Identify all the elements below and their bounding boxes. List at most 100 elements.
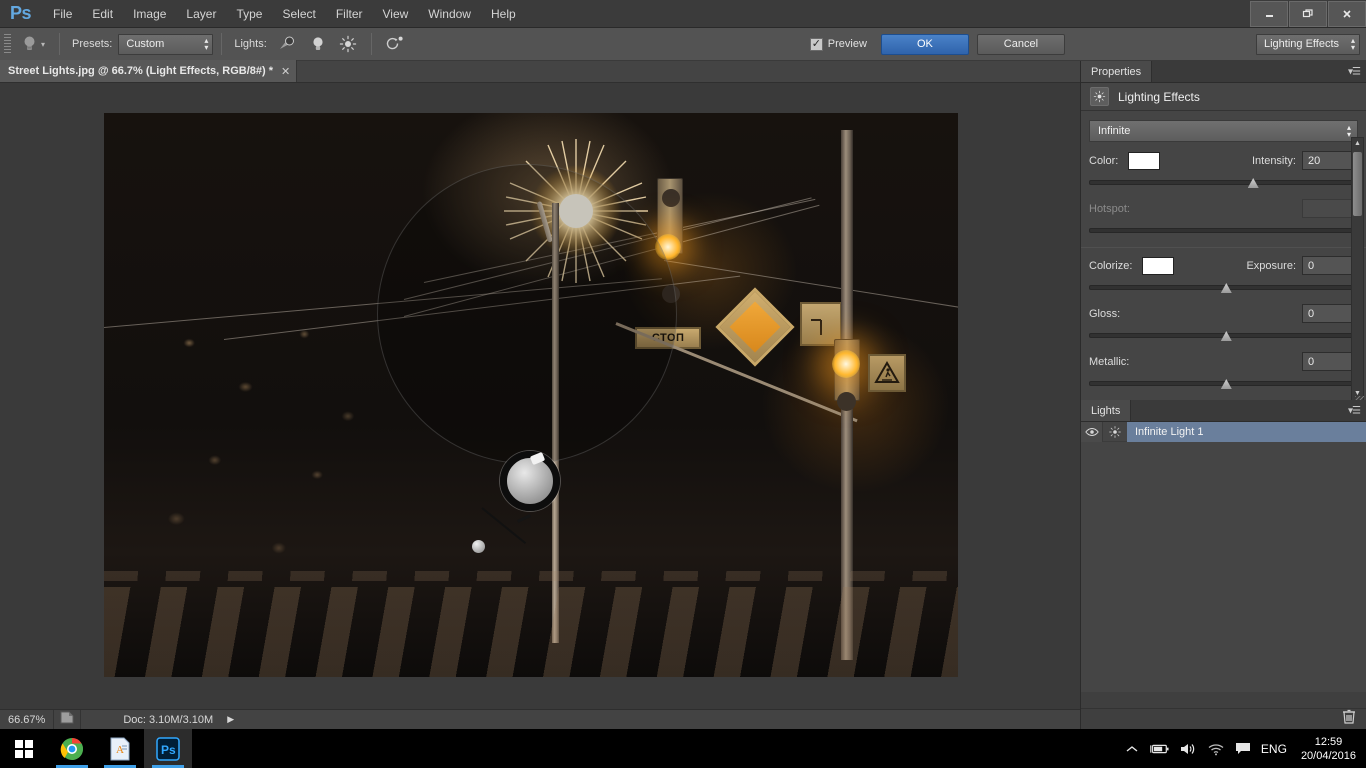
- wifi-icon[interactable]: [1207, 742, 1225, 756]
- menu-filter[interactable]: Filter: [326, 2, 373, 26]
- light-direction-handle[interactable]: [472, 540, 485, 553]
- intensity-label: Intensity:: [1251, 154, 1296, 167]
- clock-date: 20/04/2016: [1300, 749, 1356, 762]
- presets-dropdown[interactable]: Custom ▴ ▾: [118, 33, 214, 55]
- notification-icon[interactable]: [1235, 741, 1251, 756]
- menu-window[interactable]: Window: [418, 2, 481, 26]
- light-list-item[interactable]: Infinite Light 1: [1081, 421, 1366, 442]
- infinite-light-widget[interactable]: [500, 451, 560, 511]
- tab-properties[interactable]: Properties: [1081, 61, 1153, 82]
- hotspot-input: [1302, 199, 1358, 218]
- cancel-button[interactable]: Cancel: [976, 33, 1065, 55]
- metallic-slider[interactable]: [1089, 376, 1358, 390]
- pedestrian-crossing-sign: [868, 354, 907, 393]
- light-bulb-icon[interactable]: [17, 32, 41, 56]
- zoom-level[interactable]: 66.67%: [0, 714, 53, 726]
- options-divider-3: [370, 33, 372, 55]
- panel-menu-icon[interactable]: ▾☰: [1348, 405, 1361, 416]
- options-bar: ▾ Presets: Custom ▴ ▾ Lights: ✓ Preview …: [0, 28, 1366, 61]
- gloss-input[interactable]: 0: [1302, 304, 1358, 323]
- chevron-updown-icon: ▴ ▾: [204, 36, 209, 52]
- menu-type[interactable]: Type: [226, 2, 272, 26]
- light-type-dropdown[interactable]: Infinite ▴ ▾: [1089, 120, 1358, 142]
- start-button[interactable]: [0, 729, 48, 768]
- scrollbar-thumb[interactable]: [1353, 152, 1362, 216]
- light-name[interactable]: Infinite Light 1: [1127, 421, 1366, 442]
- taskbar-font-viewer[interactable]: A: [96, 729, 144, 768]
- menu-help[interactable]: Help: [481, 2, 526, 26]
- preview-checkbox-group[interactable]: ✓ Preview: [809, 37, 867, 51]
- document-tab-strip: Street Lights.jpg @ 66.7% (Light Effects…: [0, 60, 1080, 83]
- reset-lights-icon[interactable]: [382, 33, 408, 55]
- gloss-label: Gloss:: [1089, 307, 1121, 320]
- status-expand-arrow-icon[interactable]: ▶: [221, 714, 240, 725]
- presets-label: Presets:: [72, 38, 113, 50]
- taskbar-chrome[interactable]: [48, 729, 96, 768]
- document-info-icon[interactable]: [54, 711, 80, 729]
- menu-file[interactable]: File: [43, 2, 82, 26]
- menu-edit[interactable]: Edit: [82, 2, 123, 26]
- ok-button[interactable]: OK: [880, 33, 969, 55]
- point-light-icon[interactable]: [305, 33, 331, 55]
- gloss-slider[interactable]: [1089, 328, 1358, 342]
- tab-close-icon[interactable]: ✕: [281, 65, 290, 78]
- clock[interactable]: 12:59 20/04/2016: [1297, 735, 1356, 763]
- color-intensity-row: Color: Intensity: 20: [1089, 151, 1358, 170]
- panel-title: Lighting Effects: [1118, 89, 1200, 104]
- tree-foliage: [138, 299, 395, 593]
- battery-icon[interactable]: [1149, 742, 1169, 756]
- properties-body: Infinite ▴ ▾ Color: Intensity: 20 Hotspo…: [1081, 111, 1366, 407]
- infinite-light-icon: [1103, 422, 1127, 442]
- tool-preset-chevron-down-icon[interactable]: ▾: [41, 40, 45, 49]
- intensity-input[interactable]: 20: [1302, 151, 1358, 170]
- lights-panel: Lights ▾☰ Infinite Light 1: [1081, 400, 1366, 729]
- menu-image[interactable]: Image: [123, 2, 176, 26]
- metallic-label: Metallic:: [1089, 355, 1130, 368]
- tray-chevron-up-icon[interactable]: [1125, 742, 1139, 756]
- menu-layer[interactable]: Layer: [176, 2, 226, 26]
- close-button[interactable]: [1328, 1, 1366, 27]
- eye-icon[interactable]: [1081, 421, 1103, 442]
- lights-panel-footer: [1081, 708, 1366, 729]
- menu-select[interactable]: Select: [272, 2, 325, 26]
- options-bar-grip[interactable]: [4, 33, 11, 55]
- language-indicator[interactable]: ENG: [1261, 742, 1287, 756]
- colorize-label: Colorize:: [1089, 259, 1133, 272]
- scroll-up-arrow-icon[interactable]: ▲: [1352, 138, 1363, 150]
- color-swatch[interactable]: [1128, 151, 1161, 170]
- image-artboard[interactable]: СТОП: [104, 113, 958, 677]
- chevron-updown-icon: ▴ ▾: [1346, 123, 1351, 139]
- colorize-swatch[interactable]: [1142, 256, 1175, 275]
- metallic-input[interactable]: 0: [1302, 352, 1358, 371]
- preview-checkbox[interactable]: ✓: [809, 37, 823, 51]
- status-divider: [80, 709, 82, 730]
- canvas-area[interactable]: СТОП: [0, 83, 1080, 709]
- metallic-row: Metallic: 0: [1089, 352, 1358, 371]
- lights-tab-bar: Lights ▾☰: [1081, 400, 1366, 422]
- properties-scrollbar[interactable]: ▲ ▼: [1351, 137, 1364, 401]
- document-tab-title: Street Lights.jpg @ 66.7% (Light Effects…: [8, 65, 273, 77]
- trash-icon[interactable]: [1342, 709, 1356, 729]
- restore-button[interactable]: [1289, 1, 1327, 27]
- taskbar-photoshop[interactable]: Ps: [144, 729, 192, 768]
- light-influence-circle[interactable]: [377, 163, 678, 464]
- intensity-slider[interactable]: [1089, 175, 1358, 189]
- traffic-light-lamp-yellow: [831, 349, 860, 378]
- presets-value: Custom: [126, 38, 165, 50]
- spot-light-icon[interactable]: [275, 33, 301, 55]
- right-panel-dock: ▸▸ Properties ▾☰ Lighting Effects: [1080, 61, 1366, 729]
- windows-taskbar: A Ps ENG 12:59 20/04/2016: [0, 729, 1366, 768]
- hotspot-label: Hotspot:: [1089, 202, 1130, 215]
- minimize-button[interactable]: [1250, 1, 1288, 27]
- tab-lights[interactable]: Lights: [1081, 400, 1132, 421]
- infinite-light-icon[interactable]: [335, 33, 361, 55]
- panel-menu-icon[interactable]: ▾☰: [1348, 66, 1361, 77]
- workspace-dropdown[interactable]: Lighting Effects ▴ ▾: [1256, 33, 1360, 55]
- exposure-input[interactable]: 0: [1302, 256, 1358, 275]
- menu-view[interactable]: View: [373, 2, 419, 26]
- volume-icon[interactable]: [1179, 742, 1197, 756]
- traffic-light-lamp-off: [661, 189, 680, 208]
- exposure-label: Exposure:: [1246, 259, 1296, 272]
- exposure-slider[interactable]: [1089, 280, 1358, 294]
- document-tab[interactable]: Street Lights.jpg @ 66.7% (Light Effects…: [0, 60, 298, 82]
